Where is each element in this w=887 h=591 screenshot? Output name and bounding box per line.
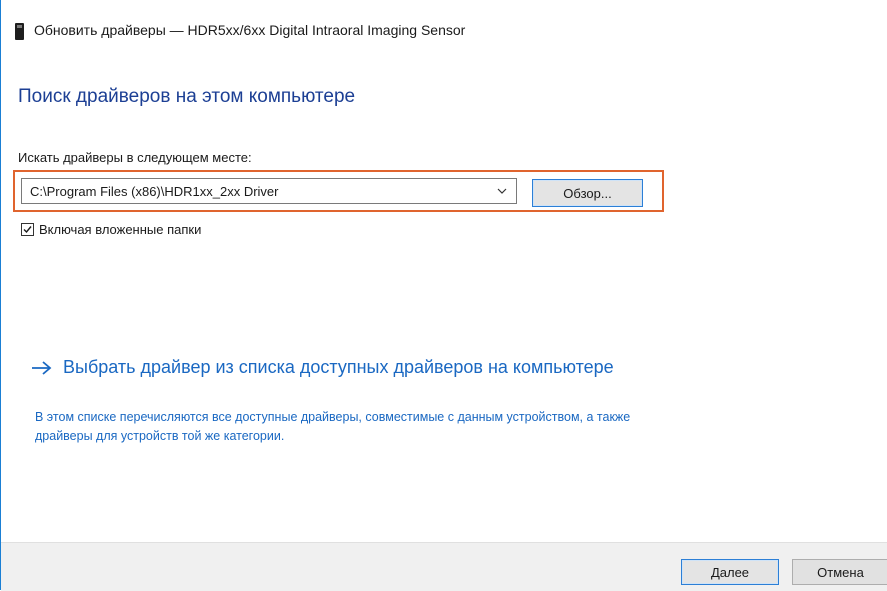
choose-from-list-description: В этом списке перечисляются все доступны… — [35, 410, 631, 443]
choose-from-list-title[interactable]: Выбрать драйвер из списка доступных драй… — [63, 354, 623, 380]
page-heading: Поиск драйверов на этом компьютере — [18, 86, 356, 107]
title-bar: Обновить драйверы — HDR5xx/6xx Digital I… — [1, 0, 887, 62]
device-icon — [15, 23, 24, 40]
include-subfolders-label[interactable]: Включая вложенные папки — [39, 222, 201, 237]
driver-path-combobox[interactable]: C:\Program Files (x86)\HDR1xx_2xx Driver — [21, 178, 517, 204]
chevron-down-icon[interactable] — [496, 185, 508, 197]
search-location-label: Искать драйверы в следующем месте: — [18, 150, 252, 165]
browse-button[interactable]: Обзор... — [532, 179, 643, 207]
cancel-button[interactable]: Отмена — [792, 559, 887, 585]
arrow-right-icon[interactable] — [31, 360, 53, 376]
driver-path-value[interactable]: C:\Program Files (x86)\HDR1xx_2xx Driver — [30, 184, 279, 199]
window-title: Обновить драйверы — HDR5xx/6xx Digital I… — [34, 22, 466, 38]
checkbox-checked-icon[interactable] — [21, 223, 34, 236]
next-button[interactable]: Далее — [681, 559, 779, 585]
update-drivers-window: Обновить драйверы — HDR5xx/6xx Digital I… — [0, 0, 887, 591]
